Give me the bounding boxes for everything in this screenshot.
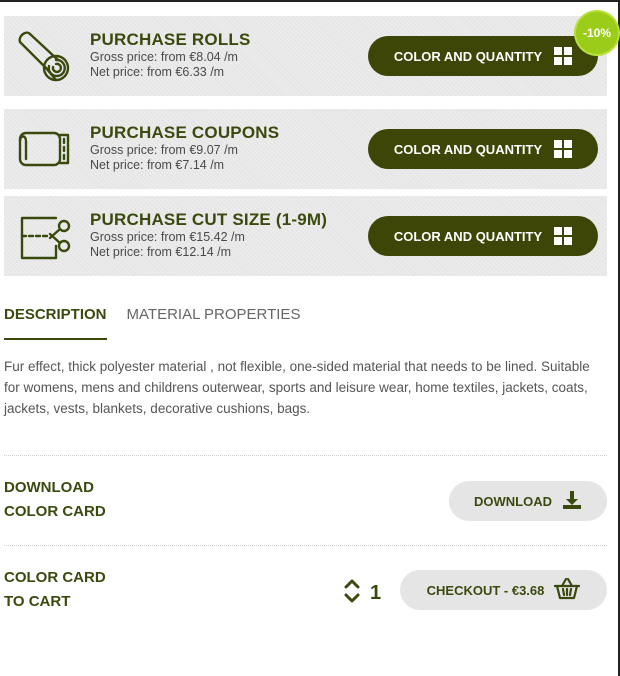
card-title: PURCHASE ROLLS — [90, 30, 251, 49]
color-and-quantity-button[interactable]: COLOR AND QUANTITY — [368, 216, 598, 256]
label-line: COLOR CARD — [4, 569, 106, 586]
card-title: PURCHASE CUT SIZE (1-9M) — [90, 210, 328, 229]
label-line: COLOR CARD — [4, 503, 106, 520]
download-button[interactable]: DOWNLOAD — [449, 481, 607, 521]
net-price: Net price: from €6.33 /m — [90, 65, 225, 79]
gross-price: Gross price: from €15.42 /m — [90, 230, 245, 244]
quantity-value[interactable]: 1 — [370, 582, 381, 605]
button-label: COLOR AND QUANTITY — [393, 228, 543, 244]
gross-price: Gross price: from €8.04 /m — [90, 50, 238, 64]
purchase-cut-size-card: PURCHASE CUT SIZE (1-9M) Gross price: fr… — [4, 196, 607, 276]
checkout-label: CHECKOUT - €3.68 — [426, 582, 545, 598]
download-label: DOWNLOAD — [474, 493, 552, 509]
top-border — [0, 0, 620, 2]
net-price: Net price: from €12.14 /m — [90, 245, 232, 259]
tab-description[interactable]: DESCRIPTION — [4, 306, 107, 340]
color-and-quantity-button[interactable]: COLOR AND QUANTITY — [368, 129, 598, 169]
gross-price: Gross price: from €9.07 /m — [90, 143, 238, 157]
chevron-up-down-icon[interactable] — [344, 578, 360, 609]
divider — [4, 455, 607, 456]
button-label: COLOR AND QUANTITY — [393, 141, 543, 157]
fabric-coupon-icon — [16, 123, 72, 175]
grid-icon — [554, 227, 573, 245]
discount-badge: -10% — [576, 12, 618, 54]
purchase-coupons-card: PURCHASE COUPONS Gross price: from €9.07… — [4, 109, 607, 189]
divider — [4, 545, 607, 546]
color-card-to-cart-label: COLOR CARD TO CART — [4, 566, 106, 614]
net-price: Net price: from €7.14 /m — [90, 158, 225, 172]
grid-icon — [554, 47, 573, 65]
product-tabs: DESCRIPTION MATERIAL PROPERTIES — [4, 306, 300, 340]
label-line: TO CART — [4, 593, 71, 610]
card-title: PURCHASE COUPONS — [90, 123, 280, 142]
grid-icon — [554, 140, 573, 158]
scissors-cut-icon — [16, 210, 72, 262]
basket-icon — [554, 577, 581, 603]
color-and-quantity-button[interactable]: COLOR AND QUANTITY — [368, 36, 598, 76]
label-line: DOWNLOAD — [4, 479, 94, 496]
button-label: COLOR AND QUANTITY — [393, 48, 543, 64]
tab-material-properties[interactable]: MATERIAL PROPERTIES — [127, 306, 301, 340]
quantity-stepper[interactable]: 1 — [344, 578, 386, 608]
purchase-rolls-card: PURCHASE ROLLS Gross price: from €8.04 /… — [4, 16, 607, 96]
download-color-card-label: DOWNLOAD COLOR CARD — [4, 476, 106, 524]
product-description: Fur effect, thick polyester material , n… — [4, 359, 590, 416]
fabric-roll-icon — [16, 30, 72, 82]
download-icon — [562, 490, 582, 513]
checkout-button[interactable]: CHECKOUT - €3.68 — [400, 570, 607, 610]
